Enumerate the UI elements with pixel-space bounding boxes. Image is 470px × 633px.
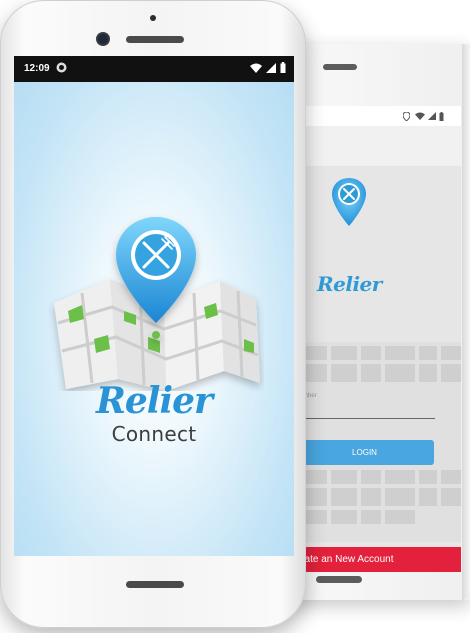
front-phone-home-bar bbox=[126, 581, 184, 588]
location-icon bbox=[402, 111, 411, 123]
back-phone-home-bar bbox=[316, 576, 362, 583]
back-app-bar bbox=[301, 126, 461, 166]
back-phone-speaker bbox=[323, 64, 357, 70]
battery-icon bbox=[439, 112, 444, 123]
login-button[interactable]: LOGIN bbox=[301, 440, 434, 465]
brand-name: Relier bbox=[95, 380, 213, 422]
brand-subtitle: Connect bbox=[111, 422, 197, 446]
create-account-button[interactable]: eate an New Account bbox=[301, 547, 461, 572]
status-icons bbox=[250, 62, 286, 76]
front-phone: 12:09 Relier Connect bbox=[0, 0, 306, 628]
back-phone-screen: Relier mber LOGIN eate an New Account bbox=[301, 106, 461, 572]
status-time: 12:09 bbox=[24, 63, 50, 74]
front-sensor bbox=[150, 15, 156, 21]
phone-number-input[interactable] bbox=[301, 418, 435, 419]
back-status-bar bbox=[301, 106, 461, 126]
status-bar: 12:09 bbox=[14, 56, 294, 82]
back-brand-name: Relier bbox=[317, 272, 382, 296]
map-pin-fork-knife-icon bbox=[331, 176, 367, 233]
front-camera-icon bbox=[98, 34, 108, 44]
signal-icon bbox=[428, 112, 436, 122]
wifi-icon bbox=[250, 63, 262, 76]
front-phone-speaker bbox=[126, 36, 184, 43]
splash-screen: 12:09 Relier Connect bbox=[14, 56, 294, 556]
signal-icon bbox=[266, 62, 276, 76]
map-pin-fork-knife-icon bbox=[54, 217, 260, 391]
battery-icon bbox=[280, 62, 286, 76]
wifi-icon bbox=[415, 112, 425, 122]
app-notification-icon bbox=[56, 62, 67, 73]
